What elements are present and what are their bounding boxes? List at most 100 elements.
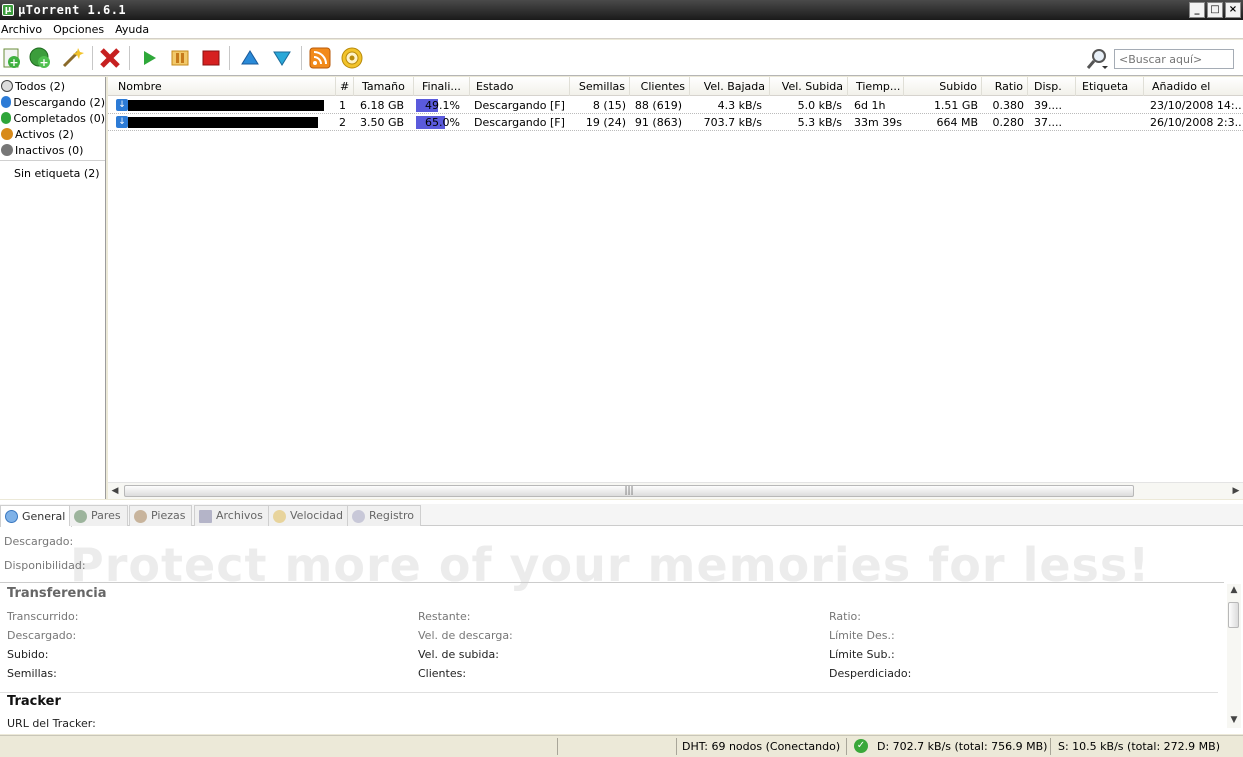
column-header-num[interactable]: #: [336, 77, 354, 96]
menu-bar: Archivo Opciones Ayuda: [0, 20, 1243, 39]
sidebar-item-inactivos[interactable]: Inactivos (0): [0, 142, 105, 158]
column-header-tiempo[interactable]: Tiemp...: [852, 77, 904, 96]
minimize-button[interactable]: _: [1189, 2, 1205, 18]
column-header-vel-bajada[interactable]: Vel. Bajada: [690, 77, 770, 96]
tab-label: Archivos: [216, 509, 263, 522]
rss-button[interactable]: [308, 46, 332, 70]
torrent-status: Descargando [F]: [474, 116, 565, 129]
add-url-button[interactable]: +: [28, 46, 52, 70]
column-header-ratio[interactable]: Ratio: [982, 77, 1028, 96]
column-header-tamano[interactable]: Tamaño: [358, 77, 414, 96]
tab-general[interactable]: General: [0, 505, 73, 527]
close-button[interactable]: ×: [1225, 2, 1241, 18]
vertical-scroll-thumb[interactable]: [1228, 602, 1239, 628]
transfer-downloaded-label: Descargado:: [7, 629, 77, 642]
torrent-availability: 39....: [1034, 99, 1062, 112]
column-header-vel-subida[interactable]: Vel. Subida: [770, 77, 848, 96]
column-header-nombre[interactable]: Nombre: [114, 77, 336, 96]
remove-icon: [100, 48, 120, 68]
details-tabs: General Pares Piezas Archivos Velocidad …: [0, 504, 1243, 527]
scroll-down-arrow-icon[interactable]: ▼: [1229, 714, 1239, 726]
torrent-name-redacted: [128, 117, 318, 128]
tab-pares[interactable]: Pares: [69, 505, 128, 526]
sidebar-item-sin-etiqueta[interactable]: Sin etiqueta (2): [0, 165, 105, 181]
torrent-size: 3.50 GB: [360, 116, 405, 129]
sidebar-item-activos[interactable]: Activos (2): [0, 126, 105, 142]
torrent-row[interactable]: ↓ 1 6.18 GB 49.1% Descargando [F] 8 (15)…: [108, 97, 1243, 114]
column-header-disp[interactable]: Disp.: [1030, 77, 1076, 96]
tab-registro[interactable]: Registro: [347, 505, 422, 526]
svg-text:+: +: [39, 56, 48, 69]
scroll-left-arrow-icon[interactable]: ◀: [110, 485, 120, 497]
tab-label: Registro: [369, 509, 415, 522]
torrent-seeds: 19 (24): [585, 116, 626, 129]
torrent-up-speed: 5.0 kB/s: [797, 99, 842, 112]
tab-velocidad[interactable]: Velocidad: [268, 505, 351, 526]
remaining-label: Restante:: [418, 610, 471, 623]
sidebar-item-completados[interactable]: Completados (0): [0, 110, 105, 126]
create-torrent-icon: [62, 48, 84, 68]
remove-button[interactable]: [98, 46, 122, 70]
all-torrents-icon: [1, 80, 13, 92]
pause-button[interactable]: [168, 46, 192, 70]
move-down-button[interactable]: [270, 46, 294, 70]
downloading-icon: ↓: [116, 116, 128, 128]
create-torrent-button[interactable]: [60, 46, 84, 70]
scroll-right-arrow-icon[interactable]: ▶: [1231, 485, 1241, 497]
speed-icon: [273, 509, 286, 523]
tracker-url-label: URL del Tracker:: [7, 717, 96, 730]
sidebar-item-label: Completados (0): [13, 111, 105, 125]
downloading-icon: ↓: [116, 99, 128, 111]
menu-opciones[interactable]: Opciones: [52, 23, 110, 36]
torrent-row[interactable]: ↓ 2 3.50 GB 65.0% Descargando [F] 19 (24…: [108, 114, 1243, 131]
svg-text:+: +: [9, 56, 18, 69]
log-icon: [352, 509, 365, 523]
torrent-num: 1: [339, 99, 346, 112]
sidebar-item-todos[interactable]: Todos (2): [0, 78, 105, 94]
transfer-section-title: Transferencia: [7, 586, 107, 601]
uploaded-label: Subido:: [7, 648, 49, 661]
menu-archivo[interactable]: Archivo: [0, 23, 48, 36]
network-ok-icon[interactable]: ✓: [854, 739, 868, 753]
preferences-icon: [341, 47, 363, 69]
progress-text: 49.1%: [425, 99, 460, 112]
pause-icon: [171, 50, 189, 66]
start-icon: [144, 51, 156, 65]
stop-button[interactable]: [199, 46, 223, 70]
search-button[interactable]: [1085, 47, 1109, 71]
start-button[interactable]: [137, 46, 161, 70]
move-up-button[interactable]: [238, 46, 262, 70]
title-bar: µ µTorrent 1.6.1 _ □ ×: [0, 0, 1243, 20]
horizontal-scrollbar[interactable]: ◀ ||| ▶: [108, 482, 1243, 499]
torrent-uploaded: 1.51 GB: [933, 99, 978, 112]
column-header-finalizado[interactable]: Finali...: [418, 77, 470, 96]
column-header-etiqueta[interactable]: Etiqueta: [1078, 77, 1144, 96]
search-input[interactable]: [1114, 49, 1234, 69]
completed-icon: [1, 112, 12, 124]
tab-piezas[interactable]: Piezas: [129, 505, 193, 526]
column-header-subido[interactable]: Subido: [904, 77, 982, 96]
vertical-scrollbar[interactable]: ▲ ▼: [1227, 584, 1241, 728]
preferences-button[interactable]: [340, 46, 364, 70]
progress-bar: 65.0%: [416, 116, 460, 129]
column-header-estado[interactable]: Estado: [472, 77, 570, 96]
pieces-icon: [134, 509, 147, 523]
menu-ayuda[interactable]: Ayuda: [114, 23, 155, 36]
tab-archivos[interactable]: Archivos: [194, 505, 270, 526]
utorrent-logo-icon: µ: [2, 4, 14, 16]
torrent-availability: 37....: [1034, 116, 1062, 129]
details-pane: General Pares Piezas Archivos Velocidad …: [0, 500, 1243, 734]
search-icon: [1086, 49, 1108, 69]
horizontal-scroll-thumb[interactable]: |||: [124, 485, 1134, 497]
scroll-up-arrow-icon[interactable]: ▲: [1229, 584, 1239, 596]
column-header-clientes[interactable]: Clientes: [630, 77, 690, 96]
torrent-peers: 88 (619): [634, 99, 682, 112]
column-header-semillas[interactable]: Semillas: [570, 77, 630, 96]
maximize-button[interactable]: □: [1207, 2, 1223, 18]
dht-status: DHT: 69 nodos (Conectando): [682, 740, 841, 753]
add-url-icon: +: [29, 47, 50, 69]
sidebar-item-descargando[interactable]: Descargando (2): [0, 94, 105, 110]
add-torrent-button[interactable]: +: [0, 46, 24, 70]
download-limit-label: Límite Des.:: [829, 629, 895, 642]
column-header-anadido[interactable]: Añadido el: [1148, 77, 1243, 96]
